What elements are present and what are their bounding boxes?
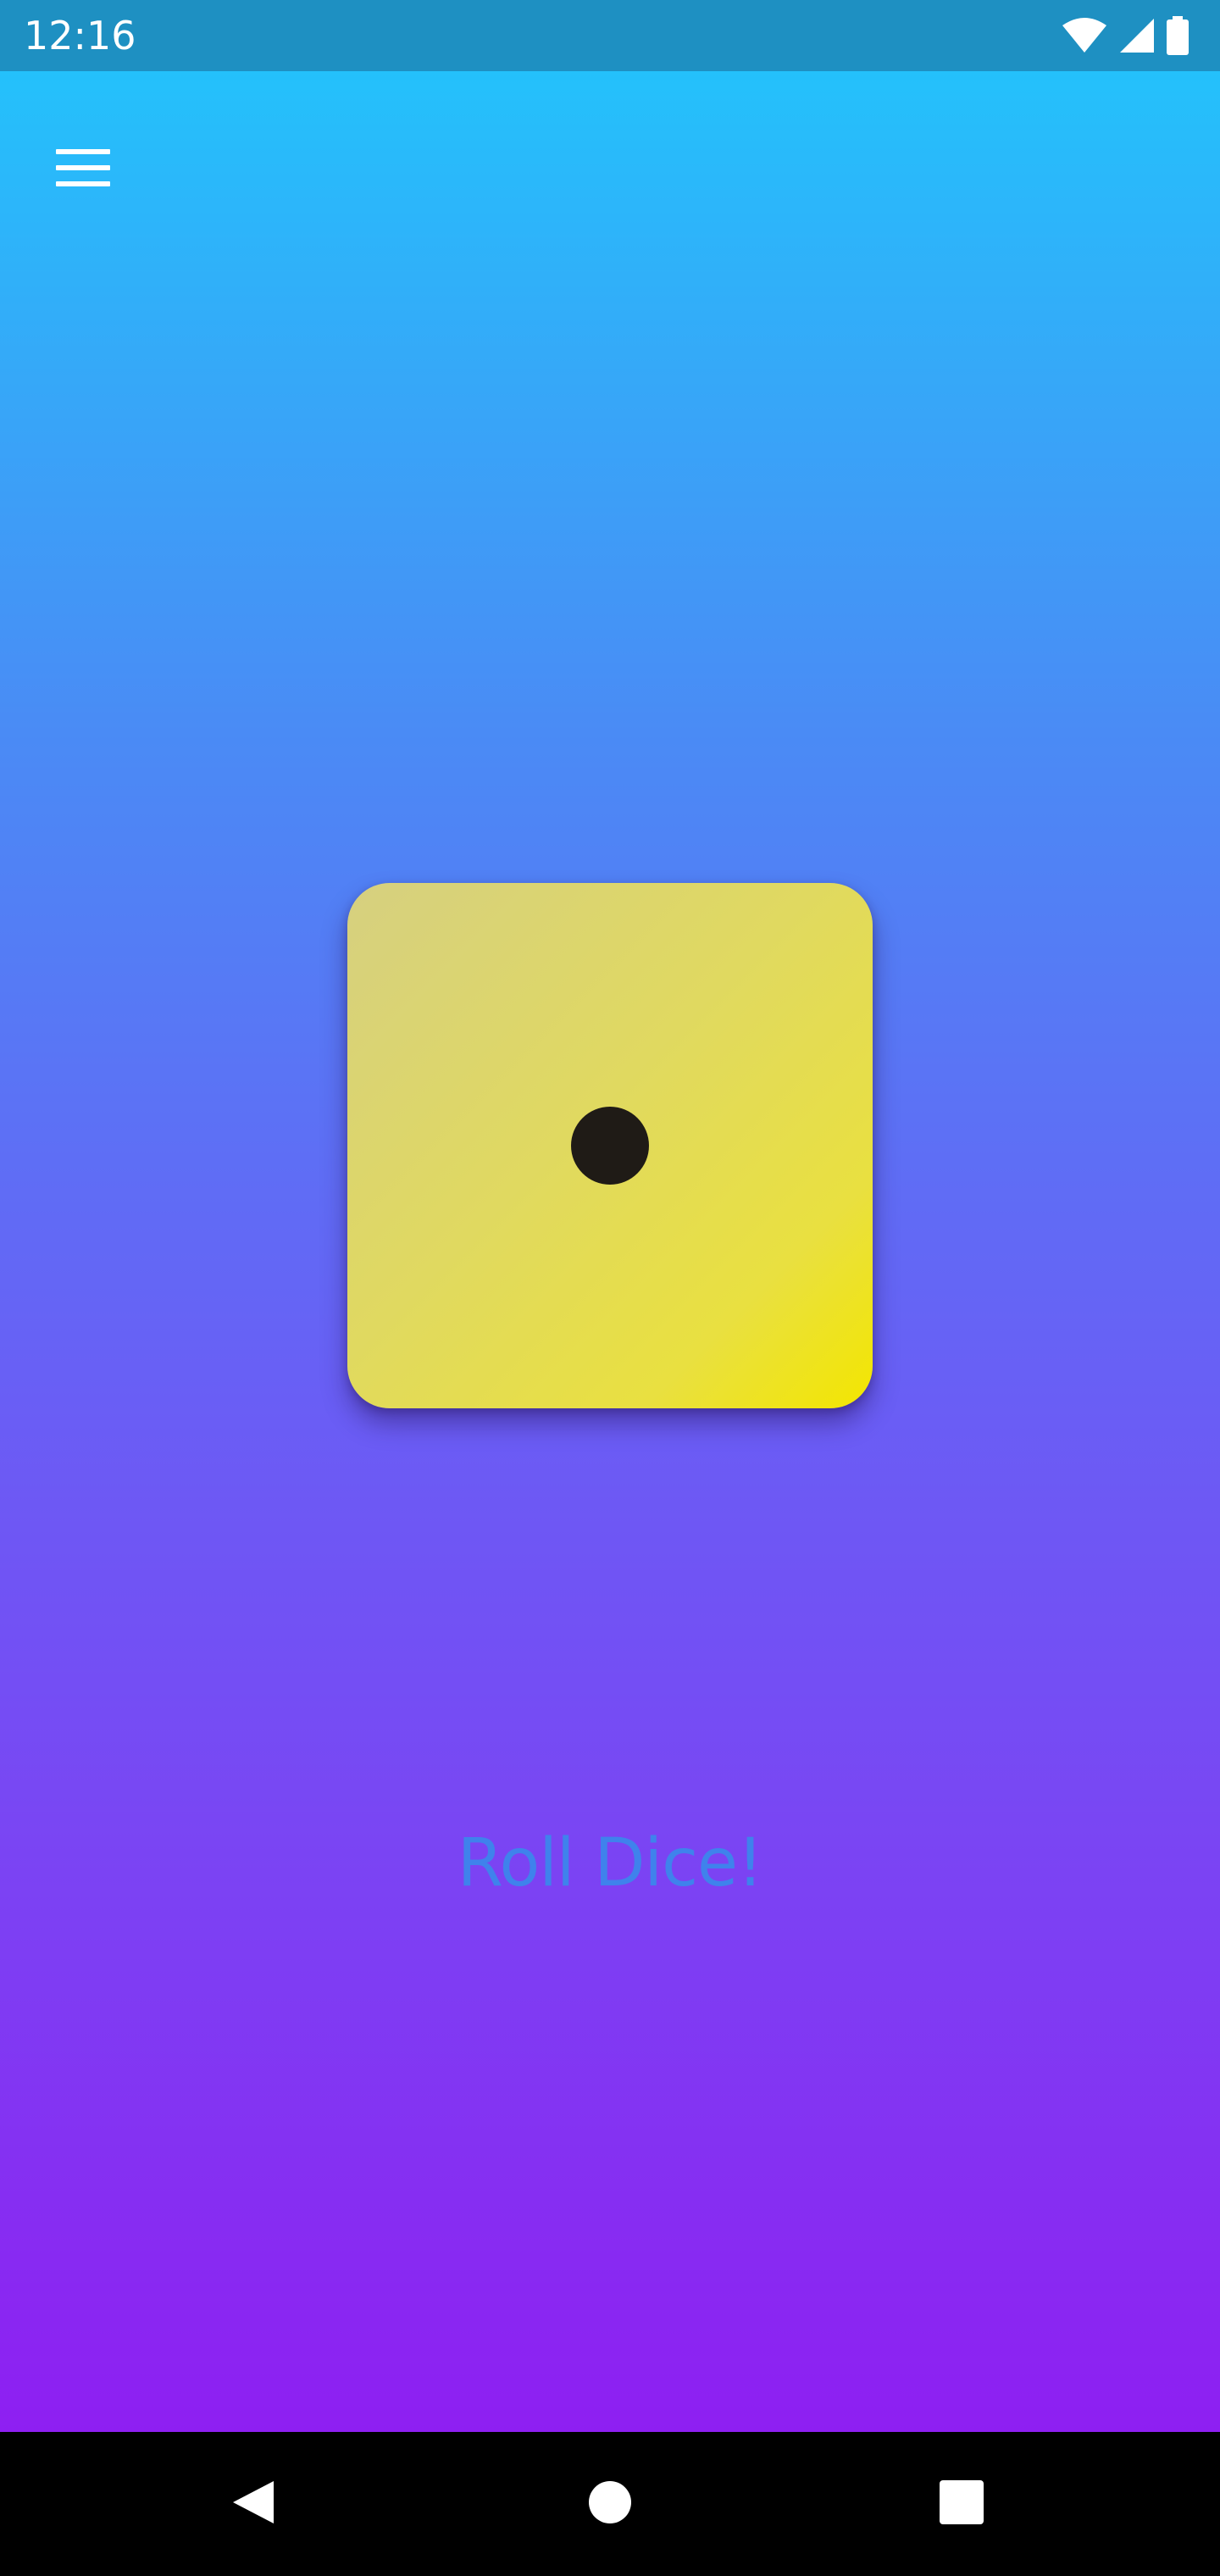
roll-dice-button[interactable]: Roll Dice! xyxy=(356,1817,864,1910)
dice-pip xyxy=(571,1107,649,1185)
home-button[interactable] xyxy=(568,2462,652,2546)
navigation-bar xyxy=(0,2432,1220,2576)
status-time: 12:16 xyxy=(24,13,136,58)
recents-button[interactable] xyxy=(919,2462,1004,2546)
back-button[interactable] xyxy=(212,2462,297,2546)
battery-icon xyxy=(1166,16,1190,55)
wifi-icon xyxy=(1061,17,1108,54)
back-icon xyxy=(229,2477,280,2532)
status-bar: 12:16 xyxy=(0,0,1220,71)
cell-signal-icon xyxy=(1118,17,1156,54)
recents-icon xyxy=(939,2479,984,2529)
home-icon xyxy=(588,2480,632,2529)
app-body: Roll Dice! xyxy=(0,71,1220,2432)
dice-face-one[interactable] xyxy=(347,883,873,1408)
menu-button[interactable] xyxy=(39,124,127,212)
status-icons xyxy=(1061,15,1190,56)
phone-screen: 12:16 Roll Dice! xyxy=(0,0,1220,2576)
